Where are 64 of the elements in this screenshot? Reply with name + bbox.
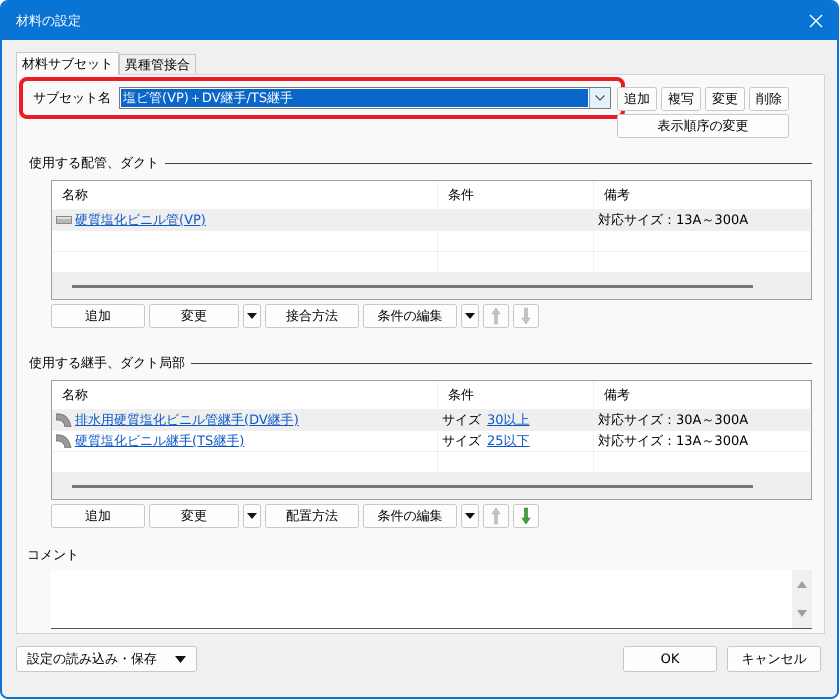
dropdown-button[interactable] — [243, 504, 261, 528]
scrollbar[interactable] — [72, 484, 753, 488]
condition-label: サイズ — [442, 432, 481, 450]
window-title: 材料の設定 — [16, 13, 81, 30]
column-header: 備考 — [594, 181, 811, 209]
column-header: 備考 — [594, 381, 811, 409]
subset-button[interactable]: 追加 — [617, 87, 657, 111]
scrollbar[interactable] — [72, 284, 753, 288]
toolbar-button[interactable]: 配置方法 — [265, 504, 359, 528]
comment-label: コメント — [27, 548, 79, 563]
toolbar-button[interactable]: 追加 — [51, 504, 145, 528]
scroll-up-icon[interactable] — [797, 581, 807, 588]
condition-link[interactable]: 30以上 — [487, 410, 530, 429]
caret-icon — [465, 513, 475, 519]
section-heading: 使用する配管、ダクト — [29, 155, 159, 172]
cancel-button[interactable]: キャンセル — [727, 646, 821, 672]
subset-button[interactable]: 削除 — [749, 87, 789, 111]
material-link[interactable]: 硬質塩化ビニル管(VP) — [75, 210, 206, 229]
field-label: サブセット名 — [33, 90, 111, 107]
pipe-icon — [56, 216, 72, 224]
material-link[interactable]: 硬質塩化ビニル継手(TS継手) — [75, 432, 244, 450]
caret-icon — [247, 313, 257, 319]
chevron-icon — [595, 95, 605, 101]
column-header: 条件 — [438, 381, 594, 409]
condition-link[interactable]: 25以下 — [487, 432, 530, 450]
dropdown-button[interactable] — [461, 504, 479, 528]
reorder-button[interactable]: 表示順序の変更 — [617, 114, 789, 138]
toolbar-button[interactable]: 追加 — [51, 304, 145, 328]
column-header: 名称 — [52, 381, 438, 409]
caret-icon — [465, 313, 475, 319]
toolbar-button[interactable]: 変更 — [149, 504, 239, 528]
section-heading: 使用する継手、ダクト局部 — [29, 355, 185, 372]
tab[interactable]: 材料サブセット — [16, 52, 119, 75]
tab[interactable]: 異種管接合 — [119, 54, 196, 74]
material-link[interactable]: 排水用硬質塩化ビニル管継手(DV継手) — [75, 410, 299, 429]
dropdown-button[interactable] — [461, 304, 479, 328]
toolbar-button[interactable]: 条件の編集 — [363, 304, 457, 328]
table-row[interactable]: 硬質塩化ビニル継手(TS継手) サイズ 25以下 対応サイズ：13A～300A — [52, 430, 811, 452]
subset-dropdown[interactable]: 塩ビ管(VP)＋DV継手/TS継手 — [119, 87, 611, 109]
selected-value: 塩ビ管(VP)＋DV継手/TS継手 — [123, 90, 294, 107]
condition-label: サイズ — [442, 412, 481, 429]
close-icon[interactable] — [809, 14, 823, 28]
elbow-icon — [56, 412, 72, 427]
toolbar-button[interactable]: 変更 — [149, 304, 239, 328]
subset-button[interactable]: 変更 — [705, 87, 745, 111]
table-cell-text: 対応サイズ：13A～300A — [598, 432, 748, 450]
column-header: 条件 — [438, 181, 594, 209]
caret-icon — [175, 656, 186, 662]
dropdown-button[interactable] — [243, 304, 261, 328]
subset-button[interactable]: 複写 — [661, 87, 701, 111]
table-row[interactable]: 硬質塩化ビニル管(VP) 対応サイズ：13A～300A — [52, 210, 811, 231]
move-down-button[interactable] — [513, 504, 539, 528]
ok-button[interactable]: OK — [623, 646, 717, 672]
table-cell-text: 対応サイズ：13A～300A — [598, 212, 748, 229]
scroll-down-icon[interactable] — [797, 610, 807, 617]
caret-icon — [247, 513, 257, 519]
table-row[interactable]: 排水用硬質塩化ビニル管継手(DV継手) サイズ 30以上 対応サイズ：30A～300A — [52, 410, 811, 431]
table-cell-text: 対応サイズ：30A～300A — [598, 412, 748, 429]
load-save-menu-button[interactable]: 設定の読み込み・保存 — [16, 646, 197, 672]
toolbar-button[interactable]: 接合方法 — [265, 304, 359, 328]
column-header: 名称 — [52, 181, 438, 209]
elbow-icon — [56, 434, 72, 448]
toolbar-button[interactable]: 条件の編集 — [363, 504, 457, 528]
comment-field[interactable] — [51, 570, 812, 629]
